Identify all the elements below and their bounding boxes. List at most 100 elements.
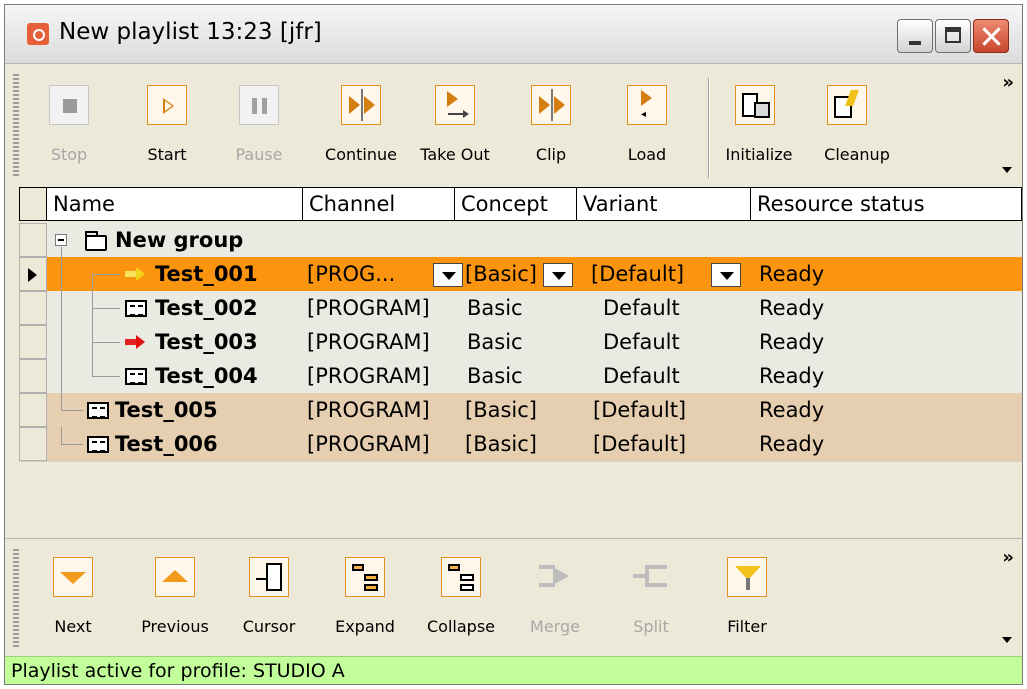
column-header-resource-status[interactable]: Resource status — [751, 187, 1022, 221]
row-name: Test_001 — [155, 262, 258, 286]
merge-icon — [535, 557, 575, 597]
column-header-name[interactable]: Name — [47, 187, 303, 221]
toolbar-options-icon[interactable] — [1002, 167, 1012, 173]
filter-label: Filter — [727, 617, 767, 636]
window-title: New playlist 13:23 [jfr] — [59, 19, 322, 45]
toolbar-grip[interactable] — [13, 74, 19, 177]
maximize-button[interactable] — [935, 19, 971, 53]
row-status: Ready — [759, 398, 825, 422]
row-concept: Basic — [467, 330, 523, 354]
current-row-arrow-icon — [28, 268, 37, 282]
toolbar-overflow-icon[interactable]: » — [1002, 72, 1014, 93]
row-variant: Default — [603, 330, 680, 354]
row-indicator[interactable] — [19, 393, 47, 427]
variant-dropdown[interactable] — [711, 263, 741, 287]
table-row[interactable]: Test_001 [PROG... [Basic] [Default] Read… — [47, 247, 1022, 291]
stop-label: Stop — [50, 145, 88, 164]
continue-label: Continue — [325, 145, 397, 164]
element-icon — [125, 368, 147, 385]
collapse-icon[interactable] — [55, 234, 67, 246]
toolbar-grip[interactable] — [13, 549, 19, 647]
group-label: New group — [115, 228, 244, 252]
row-indicator[interactable] — [19, 359, 47, 393]
take-out-label: Take Out — [420, 145, 490, 164]
row-variant: [Default] — [593, 398, 687, 422]
row-variant: [Default] — [593, 432, 687, 456]
element-icon — [87, 402, 109, 419]
column-header-variant[interactable]: Variant — [577, 187, 751, 221]
playback-toolbar: Stop Start Pause Continue Take Out Clip … — [5, 64, 1022, 187]
row-name: Test_005 — [115, 398, 218, 422]
merge-label: Merge — [530, 617, 580, 636]
row-channel: [PROGRAM] — [307, 330, 430, 354]
filter-icon — [727, 557, 767, 597]
continue-icon — [341, 85, 381, 125]
row-name: Test_002 — [155, 296, 258, 320]
row-concept: Basic — [467, 364, 523, 388]
row-indicator[interactable] — [19, 291, 47, 325]
table-row[interactable]: Test_005 [PROGRAM] [Basic] [Default] Rea… — [47, 257, 1022, 427]
table-row[interactable]: Test_004 [PROGRAM] Basic Default Ready — [47, 359, 1022, 393]
row-variant: [Default] — [591, 262, 685, 286]
row-indicator[interactable] — [19, 257, 47, 291]
row-name: Test_003 — [155, 330, 258, 354]
row-channel: [PROGRAM] — [307, 432, 430, 456]
pause-icon — [239, 85, 279, 125]
row-concept: [Basic] — [465, 398, 537, 422]
expand-label: Expand — [335, 617, 395, 636]
expand-icon — [345, 557, 385, 597]
element-icon — [125, 300, 147, 317]
close-button[interactable] — [973, 19, 1009, 53]
yellow-arrow-icon — [125, 267, 145, 281]
row-concept: Basic — [467, 296, 523, 320]
minimize-button[interactable] — [897, 19, 933, 53]
collapse-label: Collapse — [427, 617, 495, 636]
toolbar-options-icon[interactable] — [1002, 637, 1012, 643]
tree-line — [92, 274, 93, 325]
row-indicator[interactable] — [19, 427, 47, 461]
tree-line — [61, 427, 62, 444]
cleanup-label: Cleanup — [824, 145, 890, 164]
row-channel: [PROG... — [307, 262, 396, 286]
start-label: Start — [147, 145, 187, 164]
clip-icon — [531, 85, 571, 125]
row-concept: [Basic] — [465, 262, 537, 286]
app-icon — [27, 23, 49, 45]
cleanup-icon — [827, 85, 867, 125]
channel-dropdown[interactable] — [433, 263, 463, 287]
title-bar[interactable]: New playlist 13:23 [jfr] — [5, 5, 1022, 64]
navigation-toolbar: Next Previous Cursor Expand Collapse Mer… — [5, 538, 1022, 657]
element-icon — [87, 436, 109, 453]
folder-icon — [85, 231, 107, 251]
toolbar-overflow-icon[interactable]: » — [1002, 547, 1014, 568]
row-indicator[interactable] — [19, 325, 47, 359]
tree-line — [92, 308, 120, 309]
row-status: Ready — [759, 364, 825, 388]
group-row[interactable]: New group — [47, 223, 1022, 257]
row-variant: Default — [603, 296, 680, 320]
tree-line — [61, 257, 62, 410]
table-row[interactable]: Test_002 [PROGRAM] Basic Default Ready — [47, 274, 1022, 325]
cursor-label: Cursor — [242, 617, 296, 636]
playlist-grid: Name Channel Concept Variant Resource st… — [19, 187, 1022, 539]
column-header-channel[interactable]: Channel — [303, 187, 455, 221]
grid-header: Name Channel Concept Variant Resource st… — [19, 187, 1022, 223]
column-header-concept[interactable]: Concept — [455, 187, 577, 221]
initialize-label: Initialize — [725, 145, 793, 164]
row-name: Test_006 — [115, 432, 218, 456]
next-icon — [53, 557, 93, 597]
tree-line — [61, 444, 83, 445]
load-label: Load — [627, 145, 667, 164]
stop-icon — [49, 85, 89, 125]
tree-line — [92, 342, 120, 343]
concept-dropdown[interactable] — [543, 263, 573, 287]
table-row[interactable]: Test_003 [PROGRAM] Basic Default Ready — [47, 325, 1022, 359]
row-channel: [PROGRAM] — [307, 364, 430, 388]
grid-empty-area — [19, 461, 1022, 539]
red-arrow-icon — [125, 335, 145, 349]
table-row[interactable]: Test_006 [PROGRAM] [Basic] [Default] Rea… — [47, 427, 1022, 461]
load-icon: ◂ — [627, 85, 667, 125]
row-indicator[interactable] — [19, 223, 47, 257]
row-channel: [PROGRAM] — [307, 296, 430, 320]
collapse-icon — [441, 557, 481, 597]
